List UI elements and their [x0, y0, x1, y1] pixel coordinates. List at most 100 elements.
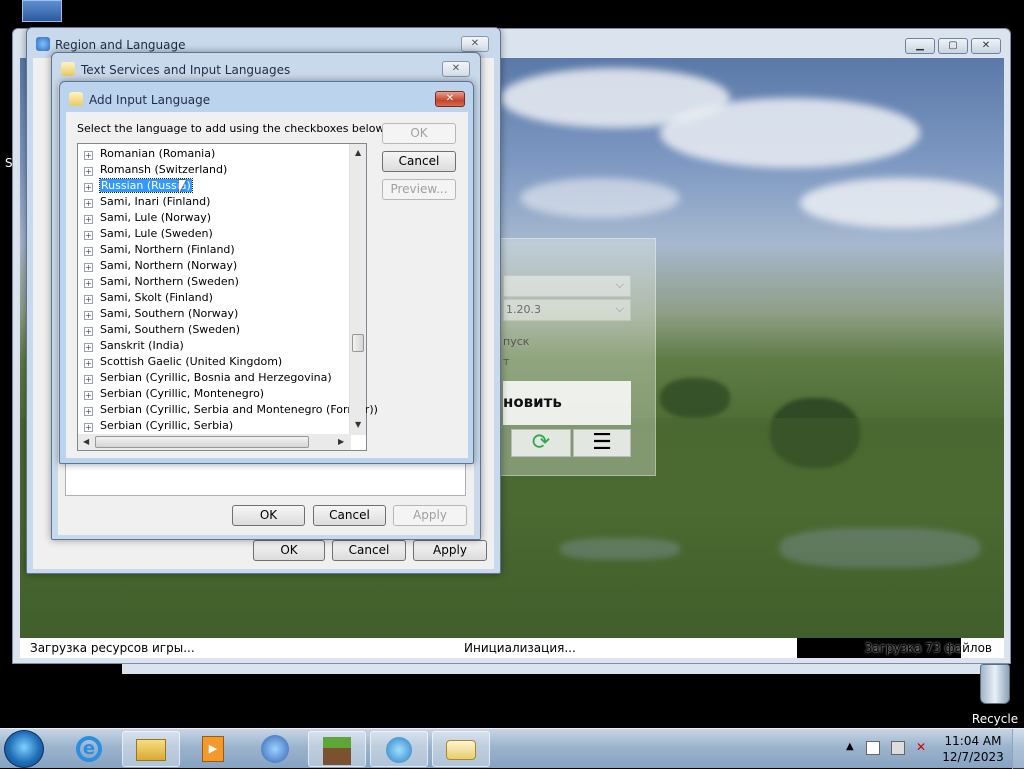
- expand-plus-icon[interactable]: +: [84, 295, 93, 304]
- close-button[interactable]: ✕: [435, 91, 465, 107]
- play-button[interactable]: новить: [503, 381, 631, 425]
- language-item[interactable]: + Sami, Northern (Finland): [84, 242, 235, 258]
- language-item-label: Sami, Inari (Finland): [100, 195, 211, 208]
- expand-plus-icon[interactable]: +: [84, 247, 93, 256]
- apply-button[interactable]: Apply: [393, 505, 467, 526]
- scroll-up-icon[interactable]: ▲: [355, 148, 361, 157]
- expand-plus-icon[interactable]: +: [84, 407, 93, 416]
- refresh-icon[interactable]: ⟳: [511, 429, 571, 457]
- expand-plus-icon[interactable]: +: [84, 391, 93, 400]
- minimize-button[interactable]: ▁: [905, 38, 935, 54]
- action-center-icon[interactable]: [866, 741, 880, 755]
- dialog-title: Region and Language: [55, 38, 186, 52]
- expand-plus-icon[interactable]: +: [84, 327, 93, 336]
- language-tree-list[interactable]: + Romanian (Romania) + Romansh (Switzerland…: [77, 143, 378, 451]
- language-item[interactable]: + Romanian (Romania): [84, 146, 215, 162]
- profile-dropdown[interactable]: ⌵: [503, 275, 631, 297]
- language-item[interactable]: + Serbian (Cyrillic, Serbia): [84, 418, 233, 434]
- scroll-right-icon[interactable]: ▶: [338, 437, 344, 446]
- expand-plus-icon[interactable]: +: [84, 423, 93, 432]
- language-item[interactable]: + Sami, Skolt (Finland): [84, 290, 213, 306]
- internet-explorer-icon[interactable]: e: [60, 731, 118, 767]
- expand-plus-icon[interactable]: +: [84, 263, 93, 272]
- expand-plus-icon[interactable]: +: [84, 183, 93, 192]
- clock-date: 12/7/2023: [942, 750, 1004, 764]
- recycle-bin-icon: [980, 664, 1010, 704]
- preview-button[interactable]: Preview...: [382, 179, 456, 200]
- ok-button[interactable]: OK: [232, 505, 305, 526]
- language-item[interactable]: + Sami, Lule (Norway): [84, 210, 211, 226]
- show-desktop-button[interactable]: [1012, 729, 1024, 769]
- language-item[interactable]: + Sami, Northern (Norway): [84, 258, 237, 274]
- expand-plus-icon[interactable]: +: [84, 167, 93, 176]
- language-item-label: Sami, Lule (Norway): [100, 211, 212, 224]
- maximize-button[interactable]: ▢: [938, 38, 968, 54]
- scroll-thumb[interactable]: [352, 334, 364, 352]
- network-icon[interactable]: [891, 741, 905, 755]
- version-dropdown[interactable]: 1.20.3 ⌵: [503, 299, 631, 321]
- ok-button[interactable]: OK: [382, 123, 456, 144]
- expand-plus-icon[interactable]: +: [84, 359, 93, 368]
- text-services-icon[interactable]: [432, 731, 490, 767]
- keyboard-icon: [61, 62, 75, 76]
- language-item[interactable]: + Serbian (Cyrillic, Montenegro): [84, 386, 264, 402]
- language-item-label: Sami, Northern (Norway): [100, 259, 238, 272]
- media-player-icon[interactable]: ▶: [184, 731, 242, 767]
- language-item-label: Scottish Gaelic (United Kingdom): [100, 355, 283, 368]
- volume-muted-icon[interactable]: ✕: [916, 741, 930, 755]
- chevron-down-icon: ⌵: [615, 302, 624, 315]
- cancel-button[interactable]: Cancel: [382, 151, 456, 172]
- expand-plus-icon[interactable]: +: [84, 343, 93, 352]
- vertical-scrollbar[interactable]: ▲ ▼: [349, 144, 366, 435]
- game-status-bar: Загрузка ресурсов игры... Инициализация.…: [20, 638, 1004, 658]
- chevron-down-icon: ⌵: [615, 278, 624, 291]
- computer-desktop-icon[interactable]: [22, 0, 62, 22]
- expand-plus-icon[interactable]: +: [84, 311, 93, 320]
- scroll-thumb[interactable]: [95, 436, 309, 448]
- taskbar: e ▶ ▲ ✕ 11:04 AM 12/7/2023: [0, 728, 1024, 769]
- horizontal-scrollbar[interactable]: ◀ ▶: [78, 434, 351, 450]
- language-item[interactable]: + Serbian (Cyrillic, Serbia and Montenegr…: [84, 402, 378, 418]
- system-clock[interactable]: 11:04 AM 12/7/2023: [940, 733, 1006, 765]
- file-explorer-icon[interactable]: [122, 731, 180, 767]
- mouse-cursor-icon: [179, 180, 186, 193]
- expand-plus-icon[interactable]: +: [84, 375, 93, 384]
- recycle-bin[interactable]: Recycle Bi: [966, 662, 1024, 740]
- browser-icon[interactable]: [246, 731, 304, 767]
- launcher-panel: ⌵ 1.20.3 ⌵ пуск т новить ⟳ ☰: [500, 238, 656, 476]
- menu-icon[interactable]: ☰: [573, 429, 631, 457]
- scroll-left-icon[interactable]: ◀: [83, 437, 89, 446]
- cancel-button[interactable]: Cancel: [332, 540, 406, 561]
- expand-plus-icon[interactable]: +: [84, 279, 93, 288]
- language-item[interactable]: + Serbian (Cyrillic, Bosnia and Herzegovi…: [84, 370, 332, 386]
- apply-button[interactable]: Apply: [413, 540, 487, 561]
- expand-plus-icon[interactable]: +: [84, 199, 93, 208]
- language-item[interactable]: + Scottish Gaelic (United Kingdom): [84, 354, 282, 370]
- status-left: Загрузка ресурсов игры...: [30, 641, 195, 655]
- region-language-icon[interactable]: [370, 731, 428, 767]
- language-item[interactable]: + Sami, Northern (Sweden): [84, 274, 239, 290]
- show-hidden-icons-icon[interactable]: ▲: [846, 741, 854, 752]
- ok-button[interactable]: OK: [253, 540, 325, 561]
- language-item[interactable]: + Sami, Inari (Finland): [84, 194, 210, 210]
- status-right: Загрузка 73 файлов: [864, 641, 992, 655]
- minecraft-launcher-icon[interactable]: [308, 731, 366, 767]
- language-item[interactable]: + Romansh (Switzerland): [84, 162, 227, 178]
- cancel-button[interactable]: Cancel: [313, 505, 386, 526]
- start-button[interactable]: [4, 730, 44, 768]
- close-button[interactable]: ✕: [971, 38, 1001, 54]
- launch-option2-label: т: [503, 355, 510, 368]
- expand-plus-icon[interactable]: +: [84, 231, 93, 240]
- language-item[interactable]: + Russian (Russia): [84, 178, 193, 194]
- language-item[interactable]: + Sami, Southern (Sweden): [84, 322, 240, 338]
- close-button[interactable]: ✕: [442, 61, 470, 77]
- language-item[interactable]: + Sami, Southern (Norway): [84, 306, 238, 322]
- close-button[interactable]: ✕: [461, 36, 489, 52]
- expand-plus-icon[interactable]: +: [84, 215, 93, 224]
- scroll-down-icon[interactable]: ▼: [355, 420, 361, 429]
- language-item[interactable]: + Sanskrit (India): [84, 338, 184, 354]
- expand-plus-icon[interactable]: +: [84, 151, 93, 160]
- language-item-label: Romanian (Romania): [100, 147, 216, 160]
- language-item[interactable]: + Sami, Lule (Sweden): [84, 226, 213, 242]
- dialog-title: Add Input Language: [89, 93, 211, 107]
